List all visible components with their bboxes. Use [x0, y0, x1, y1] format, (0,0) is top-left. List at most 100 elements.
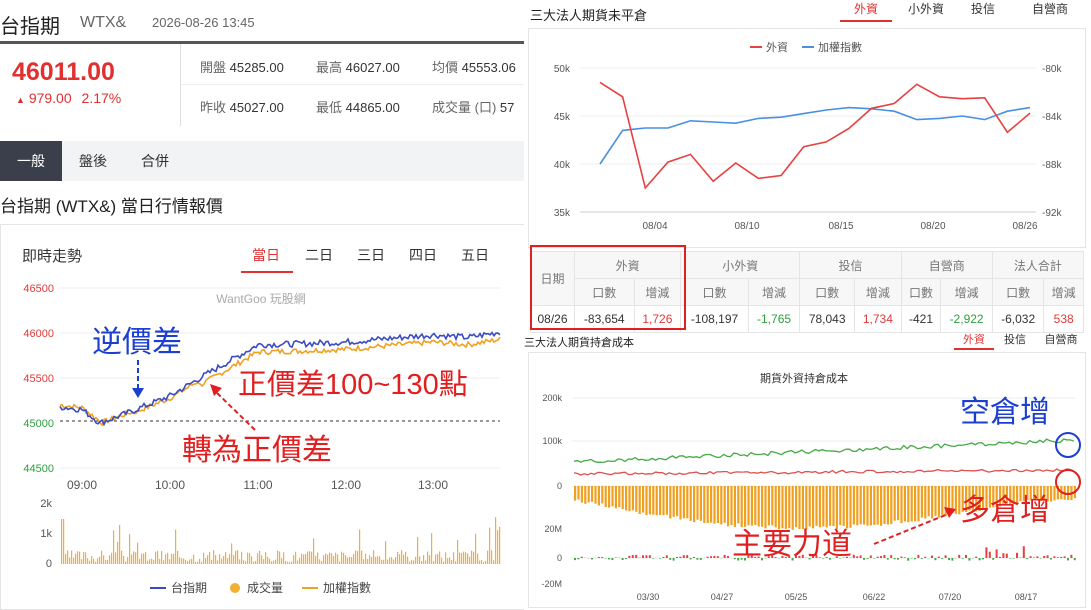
- tab-general[interactable]: 一般: [0, 141, 62, 181]
- cost-bar: [801, 486, 804, 530]
- cost-bar: [784, 486, 787, 529]
- volume-bar: [61, 519, 63, 564]
- net-bar: [713, 555, 716, 558]
- net-bar: [693, 557, 695, 558]
- cost-bar: [791, 486, 794, 530]
- range-tab-2d[interactable]: 二日: [293, 245, 345, 265]
- cost-bar: [808, 486, 811, 527]
- net-bar: [676, 557, 678, 558]
- cell: 78,043: [799, 305, 856, 333]
- net-bar: [995, 549, 998, 558]
- th-sub: 增減: [940, 278, 993, 306]
- volume-bar: [483, 561, 485, 564]
- net-bar: [625, 558, 627, 559]
- stat-label: 最高: [316, 60, 343, 75]
- range-tab-1d[interactable]: 當日: [240, 245, 292, 265]
- up-arrow-icon: ▲: [16, 95, 25, 105]
- volume-bar: [161, 550, 163, 564]
- y-tick: 45000: [23, 418, 54, 430]
- volume-bar: [313, 538, 315, 564]
- range-tab-5d[interactable]: 五日: [449, 245, 501, 265]
- cost-bar: [767, 486, 770, 526]
- net-bar: [1056, 557, 1059, 558]
- volume-bar: [107, 559, 109, 564]
- contract-code: WTX&: [80, 14, 127, 31]
- volume-bar: [99, 556, 101, 564]
- legend-label: 加權指數: [323, 580, 371, 595]
- oi-tab-dealer[interactable]: 自營商: [1020, 0, 1080, 17]
- volume-bar: [89, 560, 91, 564]
- cost-bar: [652, 486, 655, 515]
- cost-tab-trust[interactable]: 投信: [997, 331, 1033, 347]
- cost-bar: [937, 486, 940, 518]
- volume-bar: [201, 561, 203, 564]
- range-tab-3d[interactable]: 三日: [345, 245, 397, 265]
- cost-tab-dealer[interactable]: 自營商: [1036, 331, 1086, 347]
- stat-value: 57: [499, 100, 515, 115]
- cost-bar: [934, 486, 937, 516]
- x-tick: 06/22: [863, 592, 886, 602]
- volume-bar: [479, 560, 481, 564]
- volume-bar: [81, 559, 83, 564]
- net-bar: [1005, 553, 1008, 558]
- volume-bar: [79, 551, 81, 564]
- cell: -6,032: [991, 305, 1045, 333]
- cost-bar: [832, 486, 835, 527]
- y-tick: 20M: [544, 524, 562, 534]
- net-bar: [577, 558, 580, 560]
- x-tick: 13:00: [418, 478, 448, 492]
- cost-bar: [744, 486, 747, 527]
- volume-bar: [301, 553, 303, 564]
- cost-bar: [835, 486, 838, 529]
- net-bar: [706, 556, 709, 558]
- cost-bar: [638, 486, 641, 514]
- volume-bar: [405, 551, 407, 564]
- x-tick: 03/30: [637, 592, 660, 602]
- volume-bar: [235, 550, 237, 564]
- volume-bar: [385, 541, 387, 564]
- price-change: ▲ 979.00 2.17%: [16, 90, 121, 106]
- net-bar: [1009, 558, 1012, 559]
- net-bar: [931, 555, 933, 558]
- net-bar: [1050, 558, 1052, 560]
- oi-tab-foreign[interactable]: 外資: [840, 0, 892, 17]
- y-tick: 50k: [554, 64, 571, 75]
- tab-combined[interactable]: 合併: [124, 141, 186, 181]
- cost-bar: [631, 486, 634, 511]
- volume-bar: [159, 559, 161, 564]
- net-bar: [631, 555, 634, 558]
- volume-bar: [289, 561, 291, 564]
- main-tabbar: 一般 盤後 合併: [0, 141, 524, 181]
- oi-grid: [580, 67, 1036, 213]
- net-bar: [635, 554, 638, 558]
- stat-label: 昨收: [200, 100, 227, 115]
- cost-bar: [635, 486, 638, 512]
- oi-tab-small-foreign[interactable]: 小外資: [896, 0, 956, 17]
- volume-bar: [443, 561, 445, 564]
- stat-label: 最低: [316, 100, 343, 115]
- cost-line-red: [573, 468, 1075, 476]
- volume-bar: [117, 541, 119, 564]
- net-bar: [859, 555, 862, 558]
- cost-bar: [604, 486, 607, 507]
- cost-bar: [614, 486, 617, 509]
- tab-after-hours[interactable]: 盤後: [62, 141, 124, 181]
- volume-bar: [351, 557, 353, 564]
- oi-tab-trust[interactable]: 投信: [958, 0, 1008, 17]
- net-bar: [914, 558, 916, 560]
- volume-bar: [315, 555, 317, 564]
- cost-bar: [672, 486, 675, 517]
- volume-bar: [453, 552, 455, 564]
- y-tick: 0: [557, 481, 562, 491]
- volume-bar: [419, 556, 421, 564]
- volume-bar: [101, 550, 103, 564]
- cost-bar: [852, 486, 855, 525]
- volume-bar: [381, 559, 383, 564]
- arrowhead-icon: [210, 384, 222, 396]
- cost-tab-foreign[interactable]: 外資: [954, 331, 994, 347]
- stat-value: 44865.00: [345, 100, 400, 115]
- range-tab-4d[interactable]: 四日: [397, 245, 449, 265]
- cost-bar: [648, 486, 651, 515]
- volume-bar: [273, 560, 275, 564]
- net-bar: [1022, 546, 1025, 558]
